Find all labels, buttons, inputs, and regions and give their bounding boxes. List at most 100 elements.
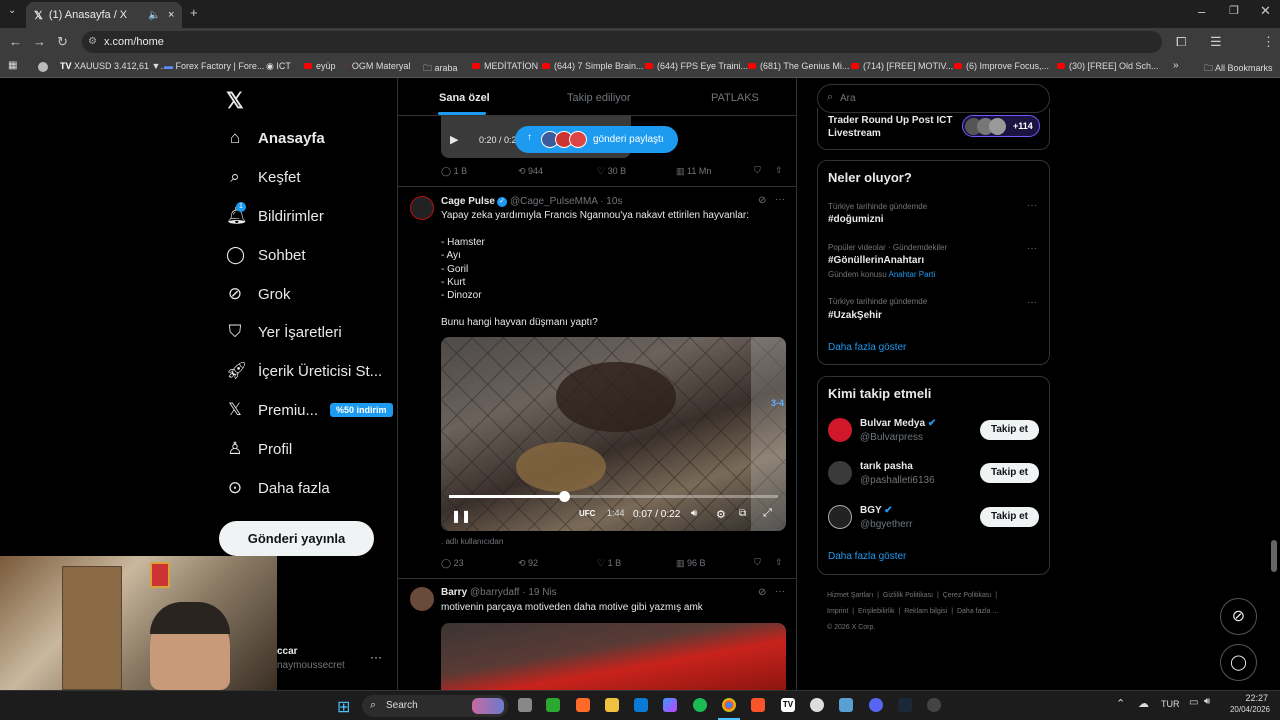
clock-time[interactable]: 22:27 <box>1228 693 1268 703</box>
app-icon[interactable] <box>576 698 590 712</box>
network-icon[interactable]: ▭ <box>1189 697 1198 708</box>
apps-icon[interactable]: ▦ <box>8 60 17 71</box>
close-tab-icon[interactable]: × <box>168 9 174 21</box>
more-icon[interactable]: ··· <box>1027 200 1037 211</box>
close-window-icon[interactable]: ✕ <box>1260 3 1271 19</box>
footer-link[interactable]: Imprint <box>827 608 848 615</box>
suggested-account-name[interactable]: tarık pasha <box>860 461 913 472</box>
grok-icon[interactable]: ⊘ <box>758 587 766 598</box>
bookmark-item[interactable]: (6) Improve Focus,... <box>954 61 1049 71</box>
settings-icon[interactable]: ⚙ <box>716 508 726 521</box>
bookmark-icon[interactable]: ⛉ <box>754 557 761 568</box>
more-icon[interactable]: ··· <box>775 586 785 597</box>
show-more-trends[interactable]: Daha fazla göster <box>828 342 906 353</box>
nav-item-bookmarks[interactable]: ⛉ Yer İşaretleri <box>226 322 342 342</box>
windows-start-icon[interactable]: ⊞ <box>337 697 350 717</box>
follow-button[interactable]: Takip et <box>980 507 1039 527</box>
video-attribution[interactable]: . adlı kullanıcıdan <box>441 537 503 546</box>
app-icon[interactable] <box>927 698 941 712</box>
bookmark-icon[interactable]: ⛉ <box>754 165 761 176</box>
bookmark-item[interactable]: TV XAUUSD 3.412,61 ▼... <box>60 61 168 71</box>
footer-link[interactable]: Hizmet Şartları <box>827 592 873 599</box>
audio-icon[interactable]: 🔈 <box>148 10 160 21</box>
nav-item-explore[interactable]: ⌕ Keşfet <box>226 167 300 187</box>
footer-link[interactable]: Reklam bilgisi <box>904 608 947 615</box>
bookmark-item[interactable]: ◌ OGM Materyal <box>344 61 410 71</box>
nav-item-chat[interactable]: ◯ Sohbet <box>226 245 306 265</box>
menu-icon[interactable]: ⋮ <box>1262 34 1275 50</box>
tab-following[interactable]: Takip ediliyor <box>567 92 631 104</box>
like-button[interactable]: ♡ 30 B <box>597 166 626 177</box>
reply-button[interactable]: ◯ 23 <box>441 558 464 569</box>
footer-link[interactable]: Gizlilik Politikası <box>883 592 933 599</box>
store-icon[interactable] <box>634 698 648 712</box>
xbox-icon[interactable] <box>546 698 560 712</box>
all-bookmarks[interactable]: 🗀 All Bookmarks <box>1204 61 1273 77</box>
minimize-icon[interactable]: – <box>1198 4 1205 19</box>
share-icon[interactable]: ⇧ <box>775 557 783 568</box>
account-name[interactable]: ccar <box>277 646 298 657</box>
reading-list-icon[interactable]: ☰ <box>1210 34 1222 50</box>
bookmark-item[interactable]: (681) The Genius Mi... <box>748 61 849 71</box>
tray-overflow-icon[interactable]: ⌃ <box>1116 697 1125 710</box>
account-menu-icon[interactable]: ··· <box>370 650 382 664</box>
footer-link[interactable]: Daha fazla ... <box>957 608 998 615</box>
pause-icon[interactable]: ❚❚ <box>451 509 471 523</box>
url-field[interactable]: ⚙ x.com/home <box>82 31 1162 53</box>
nav-item-home[interactable]: ⌂ Anasayfa <box>226 128 325 148</box>
chrome-icon[interactable] <box>722 698 736 712</box>
post-button[interactable]: Gönderi yayınla <box>219 521 374 556</box>
tray-app-icon[interactable]: ☁ <box>1138 697 1149 710</box>
home-timeline[interactable]: Sana özel Takip ediliyor PATLAKS ▶ 0:20 … <box>397 78 797 690</box>
play-icon[interactable]: ▶ <box>450 133 458 146</box>
trend-item[interactable]: #GönüllerinAnahtarı <box>828 255 924 266</box>
nav-item-notifications[interactable]: 🔔︎ 1 Bildirimler <box>226 202 324 226</box>
tab-list-icon[interactable]: ⌄ <box>8 5 16 16</box>
tab-patlaks[interactable]: PATLAKS <box>711 92 759 104</box>
bookmark-item[interactable]: (30) [FREE] Old Sch... <box>1057 61 1159 71</box>
taskbar-search[interactable]: ⌕ Search <box>362 695 508 717</box>
bookmark-item[interactable]: (644) FPS Eye Traini... <box>645 61 748 71</box>
discord-icon[interactable] <box>869 698 883 712</box>
trend-topic-link[interactable]: Anahtar Parti <box>888 270 935 279</box>
pip-icon[interactable]: ⧉ <box>739 508 746 519</box>
footer-link[interactable]: Çerez Politikası <box>943 592 992 599</box>
nav-item-premium[interactable]: 𝕏 Premiu... %50 indirim <box>226 400 393 420</box>
grok-icon[interactable]: ⊘ <box>758 195 766 206</box>
grok-floating-icon[interactable]: ⊘ <box>1220 598 1257 635</box>
chatgpt-icon[interactable] <box>810 698 824 712</box>
bookmark-item[interactable]: (714) [FREE] MOTIV... <box>851 61 953 71</box>
share-icon[interactable]: ⇧ <box>775 165 783 176</box>
reply-button[interactable]: ◯ 1 B <box>441 166 467 177</box>
input-language[interactable]: TUR <box>1161 699 1180 709</box>
fullscreen-icon[interactable]: ⤢ <box>763 507 772 520</box>
nav-item-more[interactable]: ⊙ Daha fazla <box>226 478 330 498</box>
extensions-icon[interactable]: ⧠ <box>1176 34 1186 50</box>
back-icon[interactable]: ← <box>9 34 22 49</box>
follow-button[interactable]: Takip et <box>980 420 1039 440</box>
copilot-icon[interactable] <box>663 698 677 712</box>
more-icon[interactable]: ··· <box>1027 297 1037 308</box>
views-button[interactable]: ▥ 96 B <box>676 558 706 569</box>
views-button[interactable]: ▥ 11 Mn <box>676 166 711 177</box>
site-info-icon[interactable]: ⚙ <box>88 31 97 53</box>
spotify-icon[interactable] <box>693 698 707 712</box>
suggested-account-name[interactable]: BGY ✔ <box>860 505 893 516</box>
bookmark-item[interactable]: ▬ Forex Factory | Fore... <box>164 61 264 71</box>
post-media-image[interactable] <box>441 623 786 690</box>
volume-icon[interactable]: 🔊︎ <box>1204 696 1210 707</box>
maximize-icon[interactable]: ❐ <box>1229 4 1239 17</box>
forward-icon[interactable]: → <box>33 34 46 49</box>
bookmark-item[interactable]: eyüp <box>304 61 336 71</box>
x-logo-icon[interactable]: 𝕏 <box>226 88 244 114</box>
clock-date[interactable]: 20/04/2026 <box>1224 705 1270 714</box>
avatar[interactable] <box>828 461 852 485</box>
suggested-account-name[interactable]: Bulvar Medya ✔ <box>860 418 936 429</box>
nav-item-profile[interactable]: ♙ Profil <box>226 439 292 459</box>
task-view-icon[interactable] <box>518 698 532 712</box>
video-progress-track[interactable] <box>449 491 778 502</box>
like-button[interactable]: ♡ 1 B <box>597 558 621 569</box>
author-name[interactable]: Barry <box>441 587 467 598</box>
follow-button[interactable]: Takip et <box>980 463 1039 483</box>
avatar[interactable] <box>410 587 434 611</box>
